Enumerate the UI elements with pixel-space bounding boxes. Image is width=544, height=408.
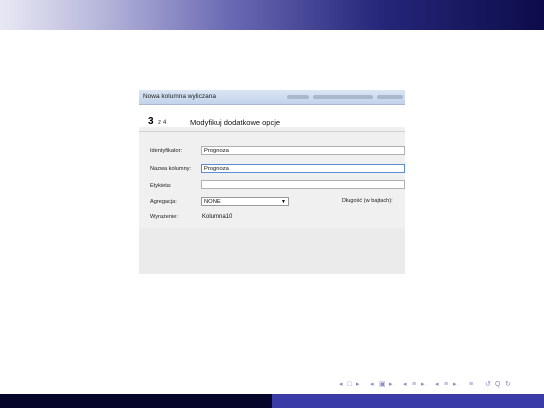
nav-subsection-icon[interactable]: ▣ [379,380,386,390]
aggregation-value: NONE [204,199,221,205]
footer-right-segment [272,394,544,408]
dialog-screenshot: Nowa kolumna wyliczana 3 z 4 Modyfikuj d… [139,90,405,274]
titlebar-blurred-text [313,95,373,99]
slide-footer-bar [0,394,544,408]
nav-next-icon[interactable]: ▸ [421,380,425,390]
aggregation-select[interactable]: NONE ▼ [201,197,289,206]
header-divider [139,131,405,132]
label-input[interactable] [201,180,405,189]
nav-frame-icon[interactable]: □ [347,380,351,390]
nav-prev-icon[interactable]: ◂ [403,380,407,390]
nav-next-icon[interactable]: ▸ [453,380,457,390]
step-of-total: z 4 [158,119,167,126]
titlebar-blurred-text [377,95,403,99]
nav-section-icon[interactable]: ≡ [412,380,416,390]
expression-value: Kolumna10 [202,214,233,220]
aggregation-label: Agregacja: [150,199,177,205]
nav-forward-icon[interactable]: ↻ [505,380,511,390]
dropdown-arrow-icon[interactable]: ▼ [281,198,286,206]
column-name-input[interactable]: Prognoza [201,164,405,173]
nav-doc-icon[interactable]: ≡ [444,380,448,390]
column-name-label: Nazwa kolumny: [150,166,192,172]
dialog-title: Nowa kolumna wyliczana [143,93,216,100]
step-number: 3 [148,116,154,127]
titlebar-blurred-text [287,95,309,99]
nav-menu-icon[interactable]: ≡ [469,380,473,390]
beamer-navigation: ◂ □ ▸ ◂ ▣ ▸ ◂ ≡ ▸ ◂ ≡ ▸ ≡ ↺ Q ↻ [339,380,539,390]
expression-area [139,228,405,274]
identifier-input[interactable]: Prognoza [201,146,405,155]
nav-search-icon[interactable]: Q [495,380,500,390]
nav-prev-icon[interactable]: ◂ [435,380,439,390]
identifier-label: Identyfikator: [150,148,183,154]
step-title: Modyfikuj dodatkowe opcje [190,118,281,127]
nav-back-icon[interactable]: ↺ [485,380,491,390]
nav-prev-icon[interactable]: ◂ [370,380,374,390]
dialog-titlebar: Nowa kolumna wyliczana [139,90,405,105]
nav-next-icon[interactable]: ▸ [389,380,393,390]
slide-header-bar [0,0,544,30]
nav-next-icon[interactable]: ▸ [356,380,360,390]
length-label: Długość (w bajtach): [342,198,393,204]
expression-label: Wyrażenie: [150,214,178,220]
footer-left-segment [0,394,272,408]
nav-prev-icon[interactable]: ◂ [339,380,343,390]
label-label: Etykieta: [150,183,172,189]
